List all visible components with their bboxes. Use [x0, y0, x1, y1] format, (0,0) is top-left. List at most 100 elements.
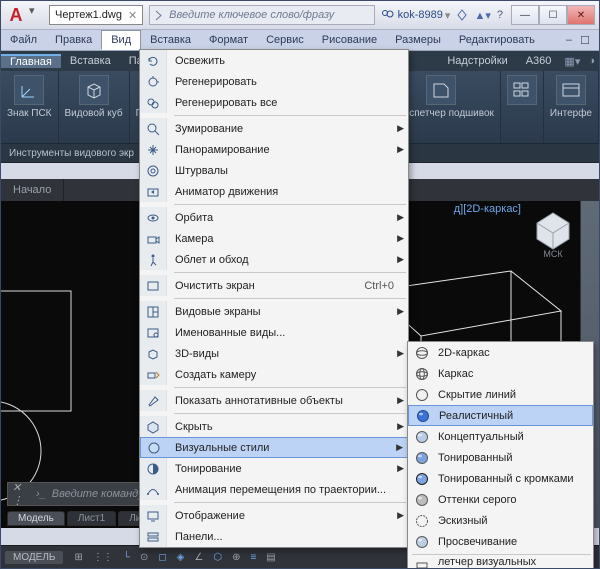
ribbon-tab-insert[interactable]: Вставка [61, 55, 120, 67]
cmd-chevron-icon[interactable]: ›_ [36, 488, 46, 500]
menu-item-visual[interactable]: Визуальные стили▶ [140, 437, 408, 458]
visual-style-shaded-edge[interactable]: Тонированный с кромками [408, 468, 593, 489]
menu-item-bars[interactable]: Панели... [140, 526, 408, 547]
status-osnap-icon[interactable]: ◻ [153, 546, 171, 568]
menu-format[interactable]: Формат [200, 30, 257, 50]
panel-palettes[interactable] [501, 71, 544, 143]
menubar-restore-icon[interactable]: ☐ [576, 30, 594, 50]
menu-item-label: Именованные виды... [175, 327, 394, 339]
menu-service[interactable]: Сервис [257, 30, 313, 50]
menu-item-path[interactable]: Анимация перемещения по траектории... [140, 479, 408, 500]
visual-style-label: Каркас [438, 368, 473, 380]
menu-item-motion[interactable]: Аниматор движения [140, 181, 408, 202]
visual-style-concept[interactable]: Концептуальный [408, 426, 593, 447]
app-logo-icon[interactable]: A [5, 4, 27, 26]
panel-viewcube[interactable]: Видовой куб [59, 71, 130, 143]
status-model-label[interactable]: МОДЕЛЬ [5, 551, 63, 564]
status-trans-icon[interactable]: ▤ [261, 546, 280, 568]
status-ortho-icon[interactable]: └ [118, 546, 135, 568]
visual-style-wire2d[interactable]: 2D-каркас [408, 342, 593, 363]
status-snap-icon[interactable]: ⋮⋮ [88, 546, 118, 568]
cmd-handle-icon[interactable]: ✕ ⋮ [12, 481, 30, 507]
menu-item-label: Регенерировать все [175, 97, 394, 109]
viewcube-icon[interactable]: МСК [525, 203, 581, 259]
view-style-label[interactable]: д][2D-каркас] [454, 203, 521, 215]
menu-item-refresh[interactable]: Освежить [140, 50, 408, 71]
user-account[interactable]: kok-8989 ▾ [381, 9, 451, 22]
menu-item-zoom[interactable]: Зумирование▶ [140, 118, 408, 139]
help-dropdown-icon[interactable]: ▲▾ [474, 9, 490, 22]
submenu-arrow-icon: ▶ [397, 463, 404, 474]
visual-style-manager[interactable]: летчер визуальных стилей... [408, 557, 593, 569]
minimize-button[interactable]: — [511, 5, 539, 25]
visual-icon [141, 437, 167, 458]
menu-item-orbit[interactable]: Орбита▶ [140, 207, 408, 228]
menubar-min-icon[interactable]: – [562, 30, 576, 50]
menu-item-cam-create[interactable]: Создать камеру [140, 364, 408, 385]
menu-item-regen-all[interactable]: Регенерировать все [140, 92, 408, 113]
visual-style-real[interactable]: Реалистичный [408, 405, 593, 426]
menu-item-vports[interactable]: Видовые экраны▶ [140, 301, 408, 322]
menu-item-label: Видовые экраны [175, 306, 394, 318]
ribbon-tab-addins[interactable]: Надстройки [438, 55, 516, 67]
status-polar-icon[interactable]: ⊙ [135, 546, 153, 568]
menu-item-shade[interactable]: Тонирование▶ [140, 458, 408, 479]
menu-item-camera[interactable]: Камера▶ [140, 228, 408, 249]
menu-dim[interactable]: Размеры [386, 30, 450, 50]
status-grid-icon[interactable]: ⊞ [69, 546, 87, 568]
status-otrack-icon[interactable]: ∠ [189, 546, 208, 568]
close-icon[interactable]: ✕ [128, 9, 137, 22]
menu-edit[interactable]: Правка [46, 30, 101, 50]
menu-item-walk[interactable]: Облет и обход▶ [140, 249, 408, 270]
menu-modify[interactable]: Редактировать [450, 30, 544, 50]
pan-icon [140, 139, 167, 160]
ribbon-collapse-icon[interactable]: ◑ [584, 55, 599, 67]
menu-item-hide[interactable]: Скрыть▶ [140, 416, 408, 437]
ribbon-tab-a360[interactable]: A360 [517, 55, 561, 67]
menubar-close-icon[interactable]: ✕ [594, 30, 600, 50]
visual-style-xray[interactable]: Просвечивание [408, 531, 593, 552]
close-button[interactable]: ✕ [567, 5, 595, 25]
menu-draw[interactable]: Рисование [313, 30, 386, 50]
search-input[interactable]: Введите ключевое слово/фразу [149, 5, 374, 25]
visual-style-wire[interactable]: Каркас [408, 363, 593, 384]
regen-icon [140, 71, 167, 92]
visual-style-hidden[interactable]: Скрытие линий [408, 384, 593, 405]
document-tab[interactable]: Чертеж1.dwg ✕ [49, 5, 143, 25]
menu-item-3dviews[interactable]: 3D-виды▶ [140, 343, 408, 364]
panel-interface[interactable]: Интерфе [544, 71, 599, 143]
menu-file[interactable]: Файл [1, 30, 46, 50]
menu-item-wheel[interactable]: Штурвалы [140, 160, 408, 181]
qa-dropdown-icon[interactable]: ▾ [29, 4, 43, 26]
menu-item-clean[interactable]: Очистить экранCtrl+0 [140, 275, 408, 296]
menu-item-label: Визуальные стили [175, 442, 393, 454]
layout1-tab[interactable]: Лист1 [67, 511, 116, 526]
visual-style-label: Тонированный с кромками [438, 473, 574, 485]
menu-item-regen[interactable]: Регенерировать [140, 71, 408, 92]
panel-ucs[interactable]: Знак ПСК [1, 71, 59, 143]
visual-style-sketch[interactable]: Эскизный [408, 510, 593, 531]
ribbon-tab-home[interactable]: Главная [1, 54, 61, 68]
menu-item-display[interactable]: Отображение▶ [140, 505, 408, 526]
menu-item-named[interactable]: Именованные виды... [140, 322, 408, 343]
status-lwt-icon[interactable]: ≡ [245, 546, 261, 568]
exchange-icon[interactable] [456, 9, 468, 21]
menu-insert[interactable]: Вставка [141, 30, 200, 50]
menu-view[interactable]: Вид [101, 30, 141, 50]
hidden-icon [412, 385, 432, 405]
status-ducs-icon[interactable]: ⬡ [208, 546, 227, 568]
ribbon-featured-icon[interactable]: ▦▾ [560, 55, 584, 68]
xray-icon [412, 532, 432, 552]
wheel-icon [140, 160, 167, 181]
start-tab[interactable]: Начало [1, 179, 64, 201]
status-dyn-icon[interactable]: ⊕ [227, 546, 245, 568]
visual-style-gray[interactable]: Оттенки серого [408, 489, 593, 510]
model-tab[interactable]: Модель [7, 511, 65, 526]
menu-item-pan[interactable]: Панорамирование▶ [140, 139, 408, 160]
status-3dosnap-icon[interactable]: ◈ [172, 546, 190, 568]
submenu-arrow-icon: ▶ [396, 442, 403, 453]
visual-style-shaded[interactable]: Тонированный [408, 447, 593, 468]
menu-item-anno[interactable]: Показать аннотативные объекты▶ [140, 390, 408, 411]
help-icon[interactable]: ? [497, 9, 503, 21]
maximize-button[interactable]: ☐ [539, 5, 567, 25]
